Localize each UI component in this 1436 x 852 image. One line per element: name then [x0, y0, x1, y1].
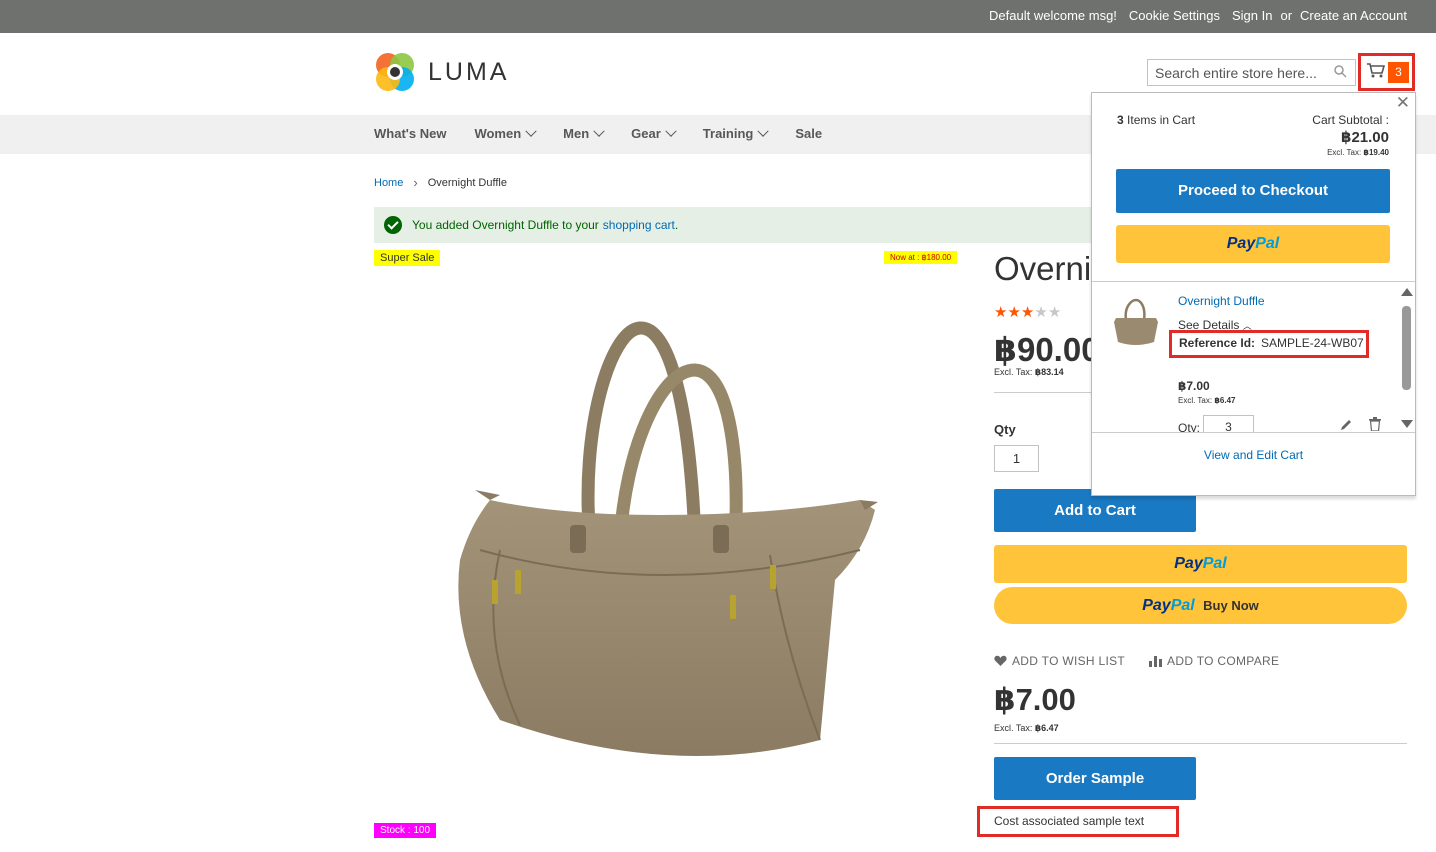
search-input[interactable]	[1148, 60, 1328, 85]
paypal-button[interactable]: PayPal	[994, 545, 1407, 583]
super-sale-badge: Super Sale	[374, 250, 441, 266]
sample-excl-tax: Excl. Tax: ฿6.47	[994, 723, 1059, 734]
create-account-link[interactable]: Create an Account	[1300, 8, 1407, 23]
check-circle-icon	[384, 216, 402, 234]
star-icon: ★	[1034, 304, 1048, 321]
cart-items-count: 3 Items in Cart	[1117, 113, 1196, 127]
qty-input[interactable]: 1	[994, 445, 1039, 472]
paypal-logo: PayPal	[1174, 555, 1227, 572]
view-edit-cart-link[interactable]: View and Edit Cart	[1092, 448, 1415, 462]
top-links: Default welcome msg! Cookie Settings Sig…	[989, 8, 1407, 23]
star-icon: ★	[1020, 304, 1035, 321]
logo[interactable]: LUMA	[374, 51, 509, 93]
chevron-right-icon: ›	[413, 175, 418, 190]
sample-price: ฿7.00	[994, 682, 1076, 717]
nav-item-what-s-new[interactable]: What's New	[374, 126, 446, 141]
scroll-up-arrow[interactable]	[1401, 288, 1413, 296]
reference-id-value: SAMPLE-24-WB07	[1261, 336, 1364, 350]
add-to-wishlist-link[interactable]: ADD TO WISH LIST	[994, 654, 1125, 668]
order-sample-button[interactable]: Order Sample	[994, 757, 1196, 800]
minicart-items-list: Overnight Duffle See Details ︿ Reference…	[1092, 281, 1415, 433]
chevron-down-icon	[757, 125, 770, 137]
shopping-cart-link[interactable]: shopping cart	[603, 218, 675, 232]
paypal-logo: PayPal	[1142, 597, 1195, 614]
excl-tax-value: ฿83.14	[1034, 367, 1064, 377]
reference-id: Reference Id: SAMPLE-24-WB07	[1169, 330, 1369, 358]
cart-subtotal-label: Cart Subtotal :	[1312, 113, 1389, 127]
success-message: You added Overnight Duffle to your shopp…	[374, 207, 1114, 243]
pencil-icon[interactable]	[1340, 419, 1352, 431]
product-price: ฿90.00	[994, 331, 1100, 368]
breadcrumb-home[interactable]: Home	[374, 177, 403, 189]
cart-count-badge: 3	[1388, 62, 1409, 83]
luma-logo-icon	[376, 53, 414, 91]
star-icon: ★	[994, 304, 1008, 321]
scroll-down-arrow[interactable]	[1401, 420, 1413, 428]
star-icon: ★	[1047, 304, 1062, 321]
minicart-button[interactable]: 3	[1358, 53, 1415, 91]
buy-now-label: Buy Now	[1203, 598, 1259, 613]
star-icon: ★	[1007, 304, 1021, 321]
bar-chart-icon	[1149, 655, 1163, 667]
nav-item-men[interactable]: Men	[563, 125, 605, 141]
minicart-paypal-button[interactable]: PayPal	[1116, 225, 1390, 263]
rating-stars[interactable]: ★★★★★	[994, 303, 1061, 321]
trash-icon[interactable]	[1369, 417, 1381, 431]
logo-text: LUMA	[428, 57, 510, 86]
heart-icon	[994, 655, 1007, 666]
now-at-badge: Now at : ฿180.00	[884, 251, 958, 264]
nav-item-women[interactable]: Women	[474, 125, 537, 141]
product-actions: ADD TO WISH LIST ADD TO COMPARE	[994, 654, 1279, 668]
message-text: You added Overnight Duffle to your	[412, 218, 599, 232]
breadcrumb-current: Overnight Duffle	[427, 176, 507, 189]
chevron-down-icon	[593, 125, 605, 137]
sample-excl-tax-label: Excl. Tax:	[994, 723, 1033, 733]
chevron-down-icon	[665, 125, 677, 137]
welcome-message: Default welcome msg!	[989, 8, 1117, 23]
breadcrumb: Home › Overnight Duffle	[374, 175, 507, 190]
cart-subtotal-tax: Excl. Tax: ฿19.40	[1327, 148, 1389, 157]
nav-item-gear[interactable]: Gear	[631, 125, 677, 141]
nav-item-training[interactable]: Training	[703, 125, 770, 141]
excl-tax: Excl. Tax: ฿83.14	[994, 367, 1064, 378]
or-text: or	[1280, 8, 1293, 23]
cart-item-tax: Excl. Tax: ฿6.47	[1178, 396, 1236, 405]
cart-item-price: ฿7.00	[1178, 379, 1210, 393]
nav-item-sale[interactable]: Sale	[795, 126, 822, 141]
chevron-down-icon	[525, 125, 537, 137]
divider	[994, 743, 1407, 744]
cart-subtotal-value: ฿21.00	[1341, 129, 1389, 146]
minicart-scrollbar[interactable]	[1399, 288, 1413, 428]
scroll-thumb[interactable]	[1402, 306, 1411, 390]
cart-icon	[1367, 63, 1385, 78]
top-bar: Default welcome msg! Cookie Settings Sig…	[0, 0, 1436, 33]
sample-excl-tax-value: ฿6.47	[1034, 723, 1059, 733]
message-suffix: .	[674, 218, 679, 232]
item-thumbnail[interactable]	[1112, 298, 1160, 348]
reference-id-label: Reference Id:	[1179, 336, 1256, 350]
paypal-logo: PayPal	[1226, 235, 1280, 252]
cart-item-qty-label: Qty:	[1178, 421, 1201, 433]
divider	[994, 392, 1094, 393]
cost-sample-text: Cost associated sample text	[977, 806, 1179, 837]
close-icon[interactable]: ✕	[1396, 93, 1410, 113]
excl-tax-label: Excl. Tax:	[994, 367, 1033, 377]
paypal-buy-now-button[interactable]: PayPal Buy Now	[994, 587, 1407, 624]
sign-in-link[interactable]: Sign In	[1232, 8, 1272, 23]
minicart-dropdown: ✕ 3 Items in Cart Cart Subtotal : ฿21.00…	[1091, 92, 1416, 496]
add-to-compare-link[interactable]: ADD TO COMPARE	[1149, 654, 1279, 668]
search-icon[interactable]	[1334, 65, 1347, 78]
proceed-to-checkout-button[interactable]: Proceed to Checkout	[1116, 169, 1390, 213]
qty-label: Qty	[994, 422, 1016, 437]
product-image[interactable]	[440, 310, 885, 780]
stock-badge: Stock : 100	[374, 823, 437, 838]
cart-item-qty-input[interactable]: 3	[1203, 415, 1254, 432]
cookie-settings-link[interactable]: Cookie Settings	[1129, 8, 1220, 23]
search-box[interactable]	[1147, 59, 1356, 86]
cart-item-name[interactable]: Overnight Duffle	[1178, 294, 1265, 308]
